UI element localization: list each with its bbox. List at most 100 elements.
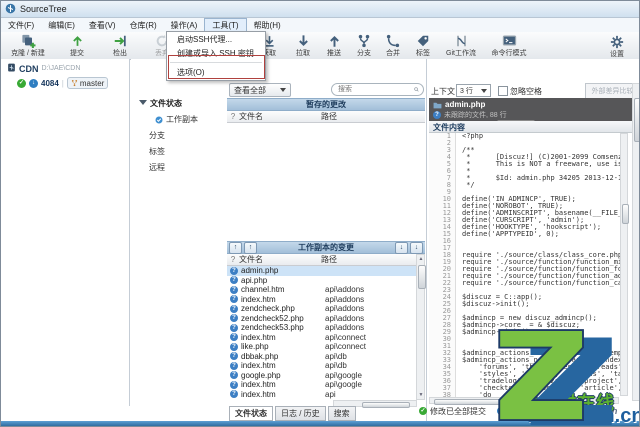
column-path[interactable]: 路径 xyxy=(321,254,337,265)
discard-selected-button[interactable]: ↓ xyxy=(395,242,408,254)
line-number: 8 xyxy=(429,182,456,189)
table-row[interactable]: ?dbbak.phpapi\db xyxy=(227,352,417,362)
menu-1[interactable]: 文件(F) xyxy=(1,18,41,32)
toolbar-checkout-button[interactable]: 检出 xyxy=(99,32,141,59)
sidebar-item-remotes[interactable]: 远程 xyxy=(131,159,226,175)
file-name: admin.php xyxy=(241,266,325,275)
branch-small-icon xyxy=(534,407,541,415)
line-text: * This is NOT a freeware, use is subject xyxy=(456,161,627,168)
divider: | xyxy=(529,407,531,416)
push-icon xyxy=(328,33,341,48)
toolbar-label: 检出 xyxy=(113,48,127,58)
column-path[interactable]: 路径 xyxy=(321,111,337,122)
column-filename[interactable]: 文件名 xyxy=(239,254,321,265)
file-name: index.htm xyxy=(241,333,325,342)
menu-2[interactable]: 编辑(E) xyxy=(41,18,82,32)
toolbar-merge-button[interactable]: 合并 xyxy=(379,32,407,59)
commit-icon xyxy=(71,33,84,48)
toolbar-push-button[interactable]: 推送 xyxy=(319,32,349,59)
table-row[interactable]: ?index.htmapi\google xyxy=(227,380,417,390)
branch-small-icon xyxy=(71,79,78,87)
file-name: zendcheck.php xyxy=(241,304,325,313)
menu-item-launch-ssh-agent[interactable]: 启动SSH代理... xyxy=(167,32,265,46)
toolbar-commit-button[interactable]: 提交 xyxy=(55,32,99,59)
table-row[interactable]: ?index.htmapi xyxy=(227,390,417,400)
table-row[interactable]: ?like.phpapi\connect xyxy=(227,342,417,352)
discard-all-button[interactable]: ↓ xyxy=(410,242,423,254)
diff-file-name: admin.php xyxy=(445,100,485,109)
file-path: api xyxy=(325,390,336,399)
menu-3[interactable]: 查看(V) xyxy=(82,18,123,32)
working-column-header[interactable]: ? 文件名 路径 xyxy=(227,254,425,266)
repo-bookmark[interactable]: CDN D:\JAE\CDN xyxy=(1,59,129,74)
search-box xyxy=(331,83,424,96)
table-row[interactable]: ?index.htmapi\db xyxy=(227,361,417,371)
stage-selected-button[interactable]: ↑ xyxy=(229,242,242,254)
file-path: api\connect xyxy=(325,333,366,342)
ignore-whitespace-checkbox[interactable] xyxy=(498,86,508,96)
repo-path: D:\JAE\CDN xyxy=(42,65,81,72)
staged-column-header[interactable]: ? 文件名 路径 xyxy=(227,111,425,123)
panel-vscrollbar[interactable] xyxy=(632,83,640,401)
toolbar-tag-button[interactable]: 标签 xyxy=(407,32,439,59)
table-row[interactable]: ?channel.htmapi\addons xyxy=(227,285,417,295)
line-text: <?php xyxy=(456,133,483,140)
search-icon xyxy=(414,85,419,94)
line-number: 5 xyxy=(429,161,456,168)
menu-5[interactable]: 操作(A) xyxy=(164,18,205,32)
code-line: 30 xyxy=(429,336,627,343)
staged-title: 暂存的更改 xyxy=(306,99,346,110)
title-bar: SourceTree xyxy=(1,1,640,18)
table-row[interactable]: ?admin.php xyxy=(227,266,417,276)
clean-check-icon: ✓ xyxy=(17,79,26,88)
file-list-vscrollbar[interactable]: ▲ ▼ xyxy=(416,254,425,400)
code-vscrollbar[interactable] xyxy=(620,133,628,396)
tab-file-status[interactable]: 文件状态 xyxy=(229,406,273,421)
expand-triangle-icon[interactable] xyxy=(139,100,147,105)
line-text: */ xyxy=(456,182,475,189)
sidebar-item-file-status[interactable]: 文件状态 xyxy=(131,95,226,111)
line-text: require './source/function/function_cach… xyxy=(456,280,627,287)
stage-all-button[interactable]: ↑ xyxy=(244,242,257,254)
toolbar-terminal-button[interactable]: 命令行模式 xyxy=(483,32,535,59)
code-hscrollbar[interactable] xyxy=(429,397,619,404)
table-row[interactable]: ?api.php xyxy=(227,276,417,286)
search-input[interactable] xyxy=(336,85,414,94)
file-path: api\db xyxy=(325,361,347,370)
tab-log-history[interactable]: 日志 / 历史 xyxy=(275,406,326,421)
repo-name: CDN xyxy=(19,64,39,74)
line-number: 7 xyxy=(429,175,456,182)
menu-7[interactable]: 帮助(H) xyxy=(247,18,288,32)
ignore-whitespace-label: 忽略空格 xyxy=(510,86,542,97)
chevron-down-icon xyxy=(280,88,286,92)
untracked-icon: ? xyxy=(230,352,238,360)
table-row[interactable]: ?zendcheck52.phpapi\addons xyxy=(227,314,417,324)
table-row[interactable]: ?zendcheck53.phpapi\addons xyxy=(227,323,417,333)
menu-bar: 文件(F)编辑(E)查看(V)仓库(R)操作(A)工具(T)帮助(H) xyxy=(1,18,640,33)
file-path: api\addons xyxy=(325,304,364,313)
toolbar-clone-button[interactable]: 克隆 / 新建 xyxy=(1,32,55,59)
line-text xyxy=(456,238,462,245)
table-row[interactable]: ?zendcheck.phpapi\addons xyxy=(227,304,417,314)
code-line: 15define('APPTYPEID', 0); xyxy=(429,231,627,238)
table-row[interactable]: ?index.htmapi\addons xyxy=(227,295,417,305)
column-filename[interactable]: 文件名 xyxy=(239,111,321,122)
tab-search[interactable]: 搜索 xyxy=(328,406,356,421)
menu-6[interactable]: 工具(T) xyxy=(204,18,246,32)
toolbar-pull-button[interactable]: 拉取 xyxy=(287,32,319,59)
toolbar-settings-button[interactable]: 设置 xyxy=(599,33,635,59)
context-select[interactable]: 3 行 xyxy=(456,84,491,97)
menu-4[interactable]: 仓库(R) xyxy=(123,18,164,32)
file-name: api.php xyxy=(241,276,325,285)
toolbar-gitflow-button[interactable]: Git工作流 xyxy=(439,32,483,59)
filter-dropdown[interactable]: 查看全部 xyxy=(229,83,291,97)
pull-icon xyxy=(297,33,310,48)
toolbar-branch-button[interactable]: 分支 xyxy=(349,32,379,59)
status-message: 修改已全部提交 xyxy=(430,406,486,417)
table-row[interactable]: ?index.htmapi\connect xyxy=(227,333,417,343)
sidebar-item-branches[interactable]: 分支 xyxy=(131,127,226,143)
table-row[interactable]: ?google.phpapi\google xyxy=(227,371,417,381)
staged-section-header: 暂存的更改 xyxy=(227,98,425,111)
sidebar-item-tags[interactable]: 标签 xyxy=(131,143,226,159)
sidebar-item-working-copy[interactable]: 工作副本 xyxy=(131,111,226,127)
